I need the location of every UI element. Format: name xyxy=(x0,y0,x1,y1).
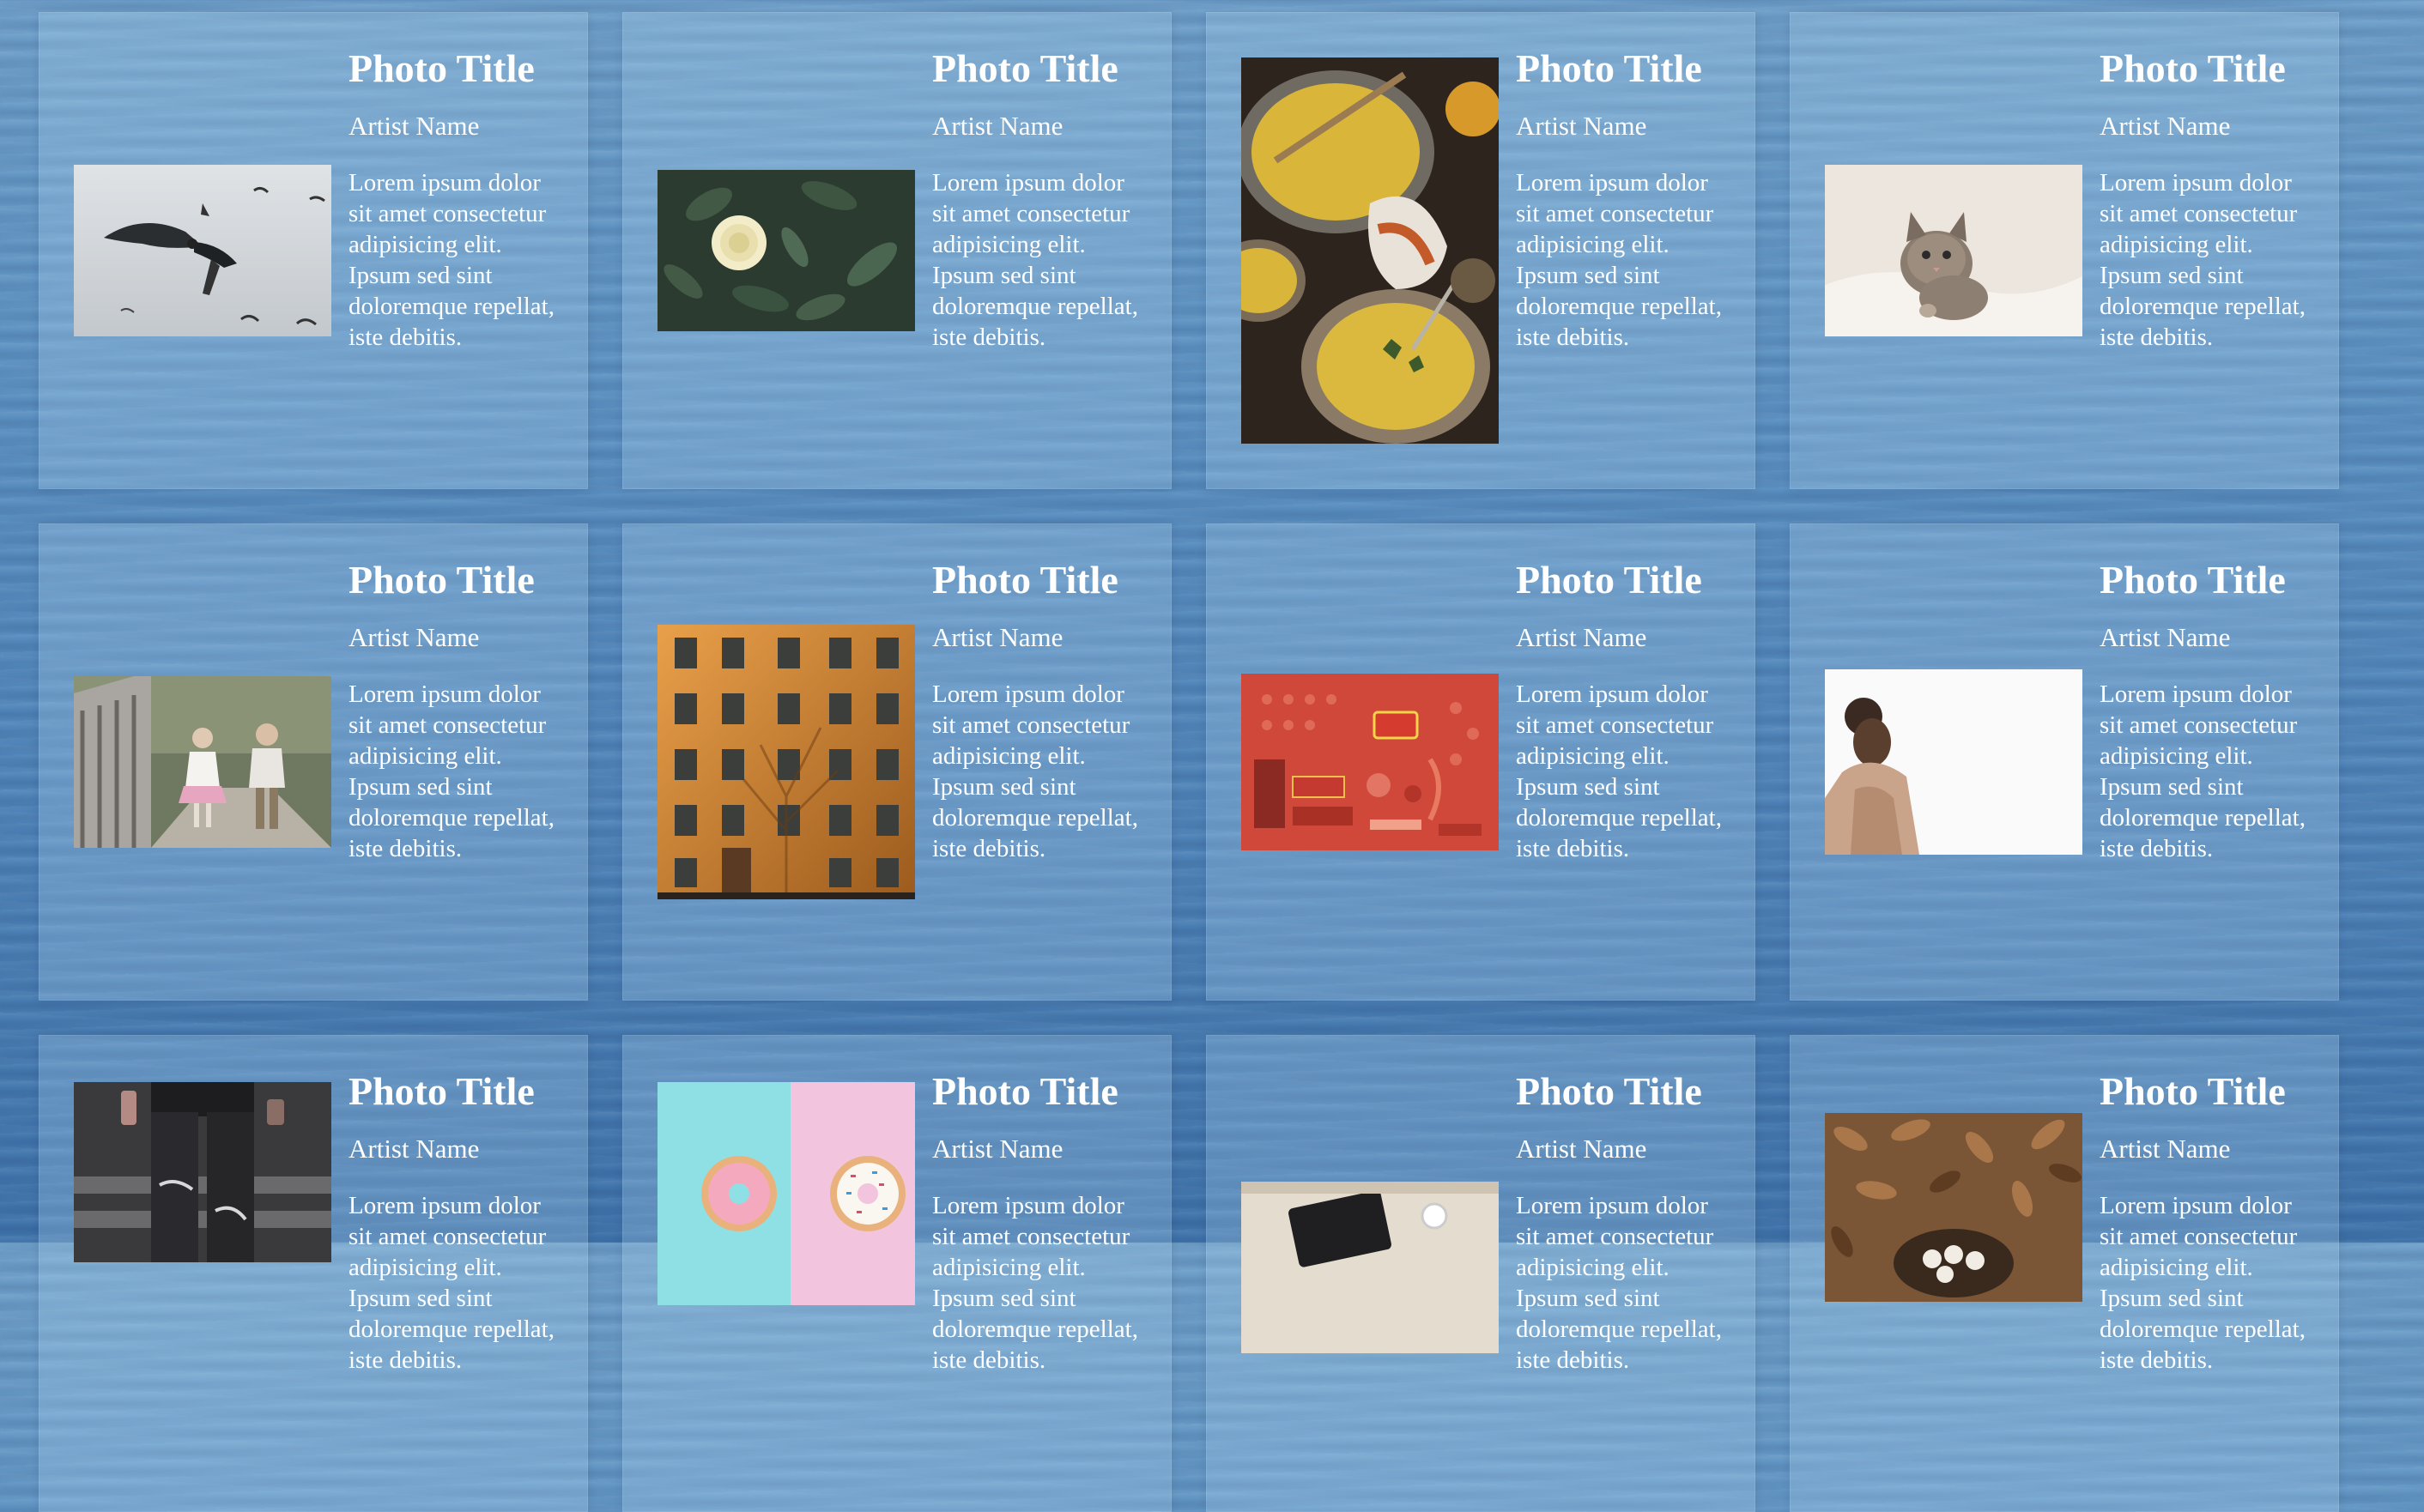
artist-name: Artist Name xyxy=(932,110,1064,141)
photo-card[interactable]: Photo Title Artist Name Lorem ipsum dolo… xyxy=(39,1035,588,1512)
photo-info: Photo Title Artist Name Lorem ipsum dolo… xyxy=(348,558,554,864)
artist-name: Artist Name xyxy=(932,1133,1064,1164)
photo-card[interactable]: Photo Title Artist Name Lorem ipsum dolo… xyxy=(1790,1035,2339,1512)
artist-name: Artist Name xyxy=(1516,1133,1647,1164)
photo-description: Lorem ipsum dolor sit amet consectetur a… xyxy=(1516,168,1722,351)
photo-info: Photo Title Artist Name Lorem ipsum dolo… xyxy=(2100,558,2306,864)
artist-name: Artist Name xyxy=(2100,110,2231,141)
photo-title: Photo Title xyxy=(348,1069,535,1113)
artist-name: Artist Name xyxy=(348,1133,480,1164)
photo-title: Photo Title xyxy=(2100,1069,2286,1113)
artist-name: Artist Name xyxy=(1516,110,1647,141)
photo-card[interactable]: Photo Title Artist Name Lorem ipsum dolo… xyxy=(622,1035,1172,1512)
photo-title: Photo Title xyxy=(932,1069,1118,1113)
artist-name: Artist Name xyxy=(2100,621,2231,652)
artist-name: Artist Name xyxy=(2100,1133,2231,1164)
photo-description: Lorem ipsum dolor sit amet consectetur a… xyxy=(348,680,554,862)
photo-description: Lorem ipsum dolor sit amet consectetur a… xyxy=(1516,680,1722,862)
photo-title: Photo Title xyxy=(932,558,1118,602)
autumn-leaves-photo-icon[interactable] xyxy=(1825,1113,2082,1302)
artist-name: Artist Name xyxy=(348,621,480,652)
photo-description: Lorem ipsum dolor sit amet consectetur a… xyxy=(2100,168,2306,351)
photo-title: Photo Title xyxy=(348,46,535,90)
donuts-photo-icon[interactable] xyxy=(658,1082,915,1305)
photo-description: Lorem ipsum dolor sit amet consectetur a… xyxy=(932,168,1138,351)
photo-card[interactable]: Photo Title Artist Name Lorem ipsum dolo… xyxy=(39,12,588,489)
photo-card[interactable]: Photo Title Artist Name Lorem ipsum dolo… xyxy=(1790,523,2339,1001)
photo-title: Photo Title xyxy=(1516,558,1702,602)
photo-card[interactable]: Photo Title Artist Name Lorem ipsum dolo… xyxy=(1790,12,2339,489)
photo-title: Photo Title xyxy=(2100,558,2286,602)
photo-card[interactable]: Photo Title Artist Name Lorem ipsum dolo… xyxy=(622,12,1172,489)
candy-flatlay-photo-icon[interactable] xyxy=(1241,674,1499,850)
photo-title: Photo Title xyxy=(2100,46,2286,90)
photo-info: Photo Title Artist Name Lorem ipsum dolo… xyxy=(2100,1069,2306,1376)
photo-info: Photo Title Artist Name Lorem ipsum dolo… xyxy=(348,1069,554,1376)
photo-info: Photo Title Artist Name Lorem ipsum dolo… xyxy=(1516,1069,1722,1376)
bird-photo-icon[interactable] xyxy=(74,165,331,336)
photo-info: Photo Title Artist Name Lorem ipsum dolo… xyxy=(932,1069,1138,1376)
photo-info: Photo Title Artist Name Lorem ipsum dolo… xyxy=(1516,558,1722,864)
photo-info: Photo Title Artist Name Lorem ipsum dolo… xyxy=(1516,46,1722,353)
artist-name: Artist Name xyxy=(1516,621,1647,652)
photo-card[interactable]: Photo Title Artist Name Lorem ipsum dolo… xyxy=(39,523,588,1001)
building-photo-icon[interactable] xyxy=(658,625,915,899)
photo-description: Lorem ipsum dolor sit amet consectetur a… xyxy=(348,1191,554,1374)
photo-description: Lorem ipsum dolor sit amet consectetur a… xyxy=(348,168,554,351)
photo-title: Photo Title xyxy=(932,46,1118,90)
girl-portrait-photo-icon[interactable] xyxy=(1825,669,2082,855)
photo-title: Photo Title xyxy=(1516,46,1702,90)
photo-card[interactable]: Photo Title Artist Name Lorem ipsum dolo… xyxy=(1206,1035,1755,1512)
photo-card[interactable]: Photo Title Artist Name Lorem ipsum dolo… xyxy=(1206,12,1755,489)
photo-description: Lorem ipsum dolor sit amet consectetur a… xyxy=(2100,1191,2306,1374)
artist-name: Artist Name xyxy=(932,621,1064,652)
rose-photo-icon[interactable] xyxy=(658,170,915,331)
photo-info: Photo Title Artist Name Lorem ipsum dolo… xyxy=(932,46,1138,353)
jeans-photo-icon[interactable] xyxy=(74,1082,331,1262)
laptop-desk-photo-icon[interactable] xyxy=(1241,1182,1499,1353)
photo-title: Photo Title xyxy=(1516,1069,1702,1113)
photo-info: Photo Title Artist Name Lorem ipsum dolo… xyxy=(2100,46,2306,353)
soup-photo-icon[interactable] xyxy=(1241,57,1499,444)
photo-title: Photo Title xyxy=(348,558,535,602)
photo-gallery: Photo Title Artist Name Lorem ipsum dolo… xyxy=(39,12,2339,1512)
photo-card[interactable]: Photo Title Artist Name Lorem ipsum dolo… xyxy=(1206,523,1755,1001)
artist-name: Artist Name xyxy=(348,110,480,141)
photo-description: Lorem ipsum dolor sit amet consectetur a… xyxy=(932,1191,1138,1374)
photo-info: Photo Title Artist Name Lorem ipsum dolo… xyxy=(348,46,554,353)
photo-description: Lorem ipsum dolor sit amet consectetur a… xyxy=(2100,680,2306,862)
kitten-photo-icon[interactable] xyxy=(1825,165,2082,336)
photo-description: Lorem ipsum dolor sit amet consectetur a… xyxy=(932,680,1138,862)
photo-info: Photo Title Artist Name Lorem ipsum dolo… xyxy=(932,558,1138,864)
children-walking-photo-icon[interactable] xyxy=(74,676,331,848)
photo-card[interactable]: Photo Title Artist Name Lorem ipsum dolo… xyxy=(622,523,1172,1001)
photo-description: Lorem ipsum dolor sit amet consectetur a… xyxy=(1516,1191,1722,1374)
